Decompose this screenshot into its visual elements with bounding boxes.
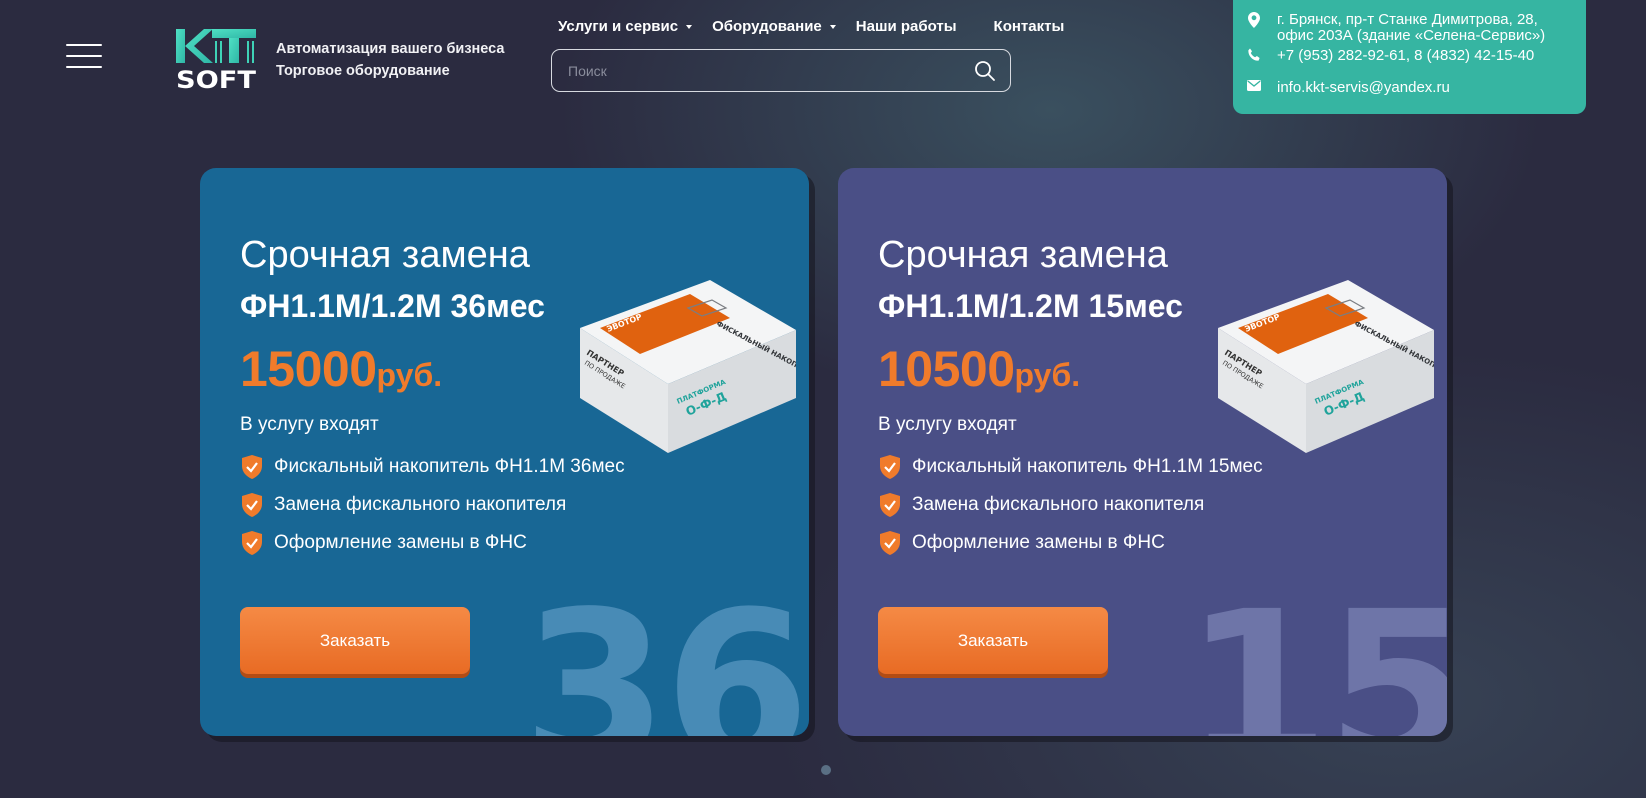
card-title: Срочная замена <box>240 234 530 276</box>
list-item: Замена фискального накопителя <box>242 486 625 524</box>
list-item-text: Фискальный накопитель ФН1.1М 15мес <box>912 456 1263 477</box>
nav-item-label: Услуги и сервис <box>558 18 679 35</box>
phone-row[interactable]: +7 (953) 282-92-61, 8 (4832) 42-15-40 <box>1243 48 1576 74</box>
card-watermark-number: 15 <box>1184 566 1447 737</box>
shield-check-icon <box>880 531 900 555</box>
list-item: Оформление замены в ФНС <box>242 524 625 562</box>
tagline: Автоматизация вашего бизнеса Торговое об… <box>276 38 504 82</box>
fiscal-storage-box-image: ЭВОТОР ФИСКАЛЬНЫЙ НАКОПИТЕЛЬ ПАРТНЕР ПО … <box>1218 280 1434 453</box>
includes-list: Фискальный накопитель ФН1.1М 36мес Замен… <box>242 448 625 562</box>
price-currency: руб. <box>1014 357 1081 393</box>
search-icon[interactable] <box>974 60 996 82</box>
phone-text: +7 (953) 282-92-61, 8 (4832) 42-15-40 <box>1277 47 1535 64</box>
includes-label: В услугу входят <box>240 414 379 435</box>
card-title: Срочная замена <box>878 234 1168 276</box>
list-item-text: Оформление замены в ФНС <box>274 532 527 553</box>
list-item-text: Замена фискального накопителя <box>274 494 567 515</box>
order-button[interactable]: Заказать <box>240 607 470 674</box>
caret-down-icon <box>686 24 693 29</box>
location-pin-icon <box>1243 12 1265 28</box>
list-item-text: Фискальный накопитель ФН1.1М 36мес <box>274 456 625 477</box>
shield-check-icon <box>880 493 900 517</box>
nav-item-contacts[interactable]: Контакты <box>994 18 1065 35</box>
price-currency: руб. <box>376 357 443 393</box>
nav-item-label: Наши работы <box>855 18 957 35</box>
envelope-icon <box>1243 80 1265 91</box>
nav-item-equipment[interactable]: Оборудование <box>712 18 836 35</box>
card-price: 10500руб. <box>878 340 1080 398</box>
slider-dot[interactable] <box>821 765 831 775</box>
logo-text: SOFT <box>176 66 257 90</box>
price-value: 15000 <box>240 341 377 397</box>
address-row: г. Брянск, пр-т Станке Димитрова, 28, оф… <box>1243 12 1576 44</box>
search-bar <box>551 49 1011 92</box>
list-item: Оформление замены в ФНС <box>880 524 1263 562</box>
hamburger-menu-icon[interactable] <box>66 44 102 68</box>
caret-down-icon <box>829 24 836 29</box>
list-item: Фискальный накопитель ФН1.1М 15мес <box>880 448 1263 486</box>
order-button[interactable]: Заказать <box>878 607 1108 674</box>
includes-list: Фискальный накопитель ФН1.1М 15мес Замен… <box>880 448 1263 562</box>
shield-check-icon <box>242 531 262 555</box>
email-text: info.kkt-servis@yandex.ru <box>1277 79 1450 96</box>
shield-check-icon <box>880 455 900 479</box>
nav-item-label: Контакты <box>993 18 1065 35</box>
main-nav: Услуги и сервис Оборудование Наши работы… <box>558 18 1101 35</box>
includes-label: В услугу входят <box>878 414 1017 435</box>
shield-check-icon <box>242 455 262 479</box>
fiscal-storage-box-image: ЭВОТОР ФИСКАЛЬНЫЙ НАКОПИТЕЛЬ ПАРТНЕР ПО … <box>580 280 796 453</box>
card-subtitle: ФН1.1М/1.2М 36мес <box>240 288 545 324</box>
address-text: г. Брянск, пр-т Станке Димитрова, 28, оф… <box>1277 11 1546 44</box>
list-item-text: Оформление замены в ФНС <box>912 532 1165 553</box>
kt-soft-logo[interactable]: SOFT <box>176 27 258 90</box>
offer-card-15: 15 Срочная замена ФН1.1М/1.2М 15мес 1050… <box>838 168 1447 736</box>
tagline-line-2: Торговое оборудование <box>276 63 450 79</box>
nav-item-our-works[interactable]: Наши работы <box>856 18 957 35</box>
tagline-line-1: Автоматизация вашего бизнеса <box>276 41 505 57</box>
card-subtitle: ФН1.1М/1.2М 15мес <box>878 288 1183 324</box>
nav-item-services[interactable]: Услуги и сервис <box>558 18 693 35</box>
email-row[interactable]: info.kkt-servis@yandex.ru <box>1243 80 1576 104</box>
card-watermark-number: 36 <box>522 566 809 737</box>
price-value: 10500 <box>878 341 1015 397</box>
list-item: Замена фискального накопителя <box>880 486 1263 524</box>
shield-check-icon <box>242 493 262 517</box>
offer-card-36: 36 Срочная замена ФН1.1М/1.2М 36мес 1500… <box>200 168 809 736</box>
card-price: 15000руб. <box>240 340 442 398</box>
nav-item-label: Оборудование <box>712 18 822 35</box>
phone-icon <box>1243 48 1265 62</box>
list-item-text: Замена фискального накопителя <box>912 494 1205 515</box>
contact-info-box: г. Брянск, пр-т Станке Димитрова, 28, оф… <box>1233 0 1586 114</box>
search-input[interactable] <box>568 62 974 79</box>
list-item: Фискальный накопитель ФН1.1М 36мес <box>242 448 625 486</box>
